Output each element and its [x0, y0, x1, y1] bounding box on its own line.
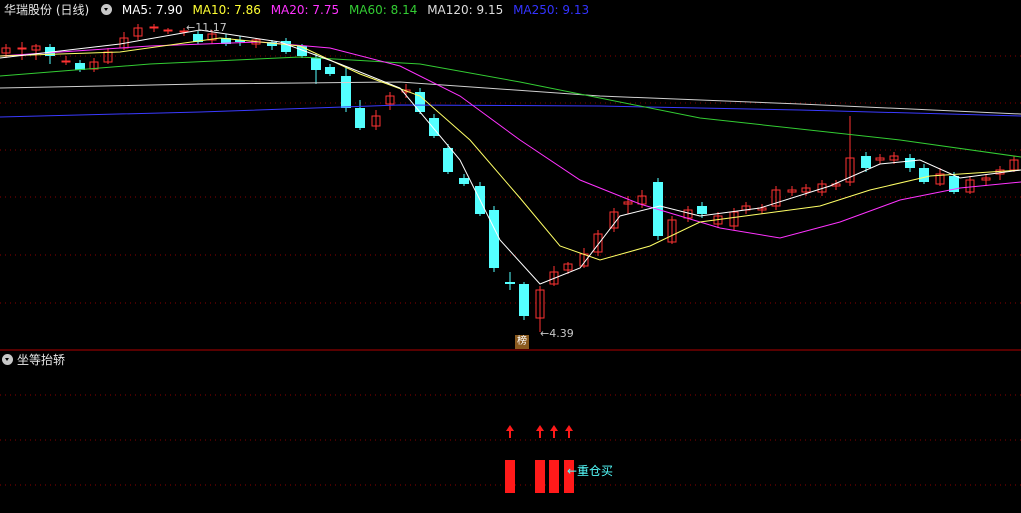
low-price-label: ←4.39: [540, 327, 574, 340]
buy-signal-bar: [505, 460, 515, 493]
candle-body: [459, 178, 469, 184]
candle-body: [163, 29, 173, 32]
candle-body: [919, 168, 929, 182]
candle-body: [905, 158, 915, 168]
high-value: 11.17: [195, 21, 227, 34]
low-arrow-icon: ←: [540, 327, 550, 340]
ma120-line: [0, 81, 1021, 115]
buy-arrow-icon: [536, 425, 544, 431]
ma20-line: [0, 41, 1021, 239]
buy-signal-label: ←重仓买: [567, 464, 614, 478]
candle-body: [61, 60, 71, 63]
ranking-badge[interactable]: 榜: [515, 335, 529, 349]
buy-arrow-icon: [506, 425, 514, 431]
candle-body: [149, 26, 159, 29]
candle-body: [325, 67, 335, 74]
candlestick-chart[interactable]: [0, 0, 1021, 513]
candle-body: [341, 76, 351, 108]
candle-body: [697, 206, 707, 214]
buy-signal-bar: [549, 460, 559, 493]
candle-body: [861, 156, 871, 168]
buy-signal-bar: [535, 460, 545, 493]
candle-body: [519, 284, 529, 316]
buy-arrow-icon: [550, 425, 558, 431]
ma10-line: [0, 37, 1021, 261]
candle-body: [355, 108, 365, 128]
low-value: 4.39: [549, 327, 574, 340]
candle-body: [505, 282, 515, 284]
high-price-label: ←11.17: [186, 21, 227, 34]
indicator-panel-header: 坐等抬轿: [0, 351, 65, 369]
indicator-dropdown-icon[interactable]: [2, 354, 13, 365]
buy-arrow-icon: [565, 425, 573, 431]
candle-body: [489, 210, 499, 268]
high-arrow-icon: ←: [186, 21, 196, 34]
candle-body: [443, 148, 453, 172]
candle-body: [17, 47, 27, 50]
indicator-title: 坐等抬轿: [17, 353, 66, 367]
candle-body: [311, 58, 321, 70]
